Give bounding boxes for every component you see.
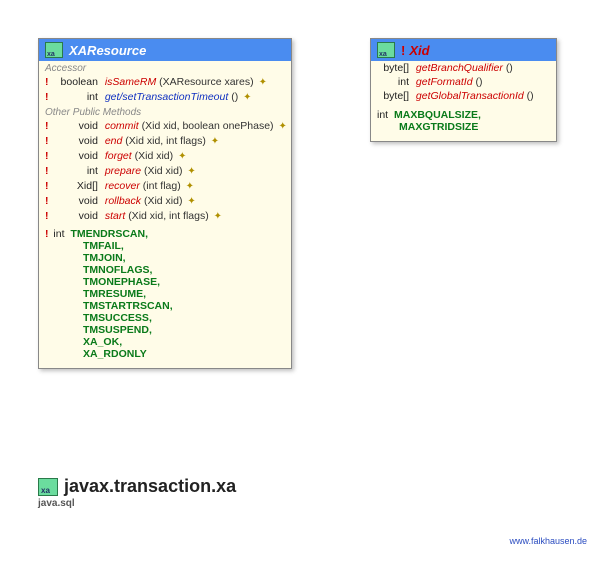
member-row: ! boolean isSameRM (XAResource xares) ✦ — [39, 75, 291, 90]
member-row: ! void start (Xid xid, int flags) ✦ — [39, 209, 291, 224]
member-row: byte[] getBranchQualifier () — [371, 61, 556, 75]
throws-icon: ✦ — [211, 136, 219, 147]
member-row: ! void rollback (Xid xid) ✦ — [39, 194, 291, 209]
class-title: XAResource — [69, 43, 146, 58]
throws-icon: ✦ — [186, 181, 194, 192]
member-row: ! int prepare (Xid xid) ✦ — [39, 164, 291, 179]
throws-icon: ✦ — [278, 121, 286, 132]
constants-block: ! int TMENDRSCAN, TMFAIL, TMJOIN, TMNOFL… — [39, 224, 291, 368]
class-header-xaresource: XAResource — [39, 39, 291, 61]
member-row: byte[] getGlobalTransactionId () — [371, 89, 556, 103]
throws-icon: ✦ — [259, 77, 267, 88]
package-sub: java.sql — [38, 498, 236, 509]
throws-icon: ✦ — [187, 196, 195, 207]
footer-link[interactable]: www.falkhausen.de — [509, 536, 587, 546]
interface-icon — [45, 42, 63, 58]
member-row: ! void commit (Xid xid, boolean onePhase… — [39, 119, 291, 134]
throws-icon: ✦ — [178, 151, 186, 162]
throws-icon: ✦ — [187, 166, 195, 177]
class-header-xid: ! Xid — [371, 39, 556, 61]
class-box-xid: ! Xid byte[] getBranchQualifier () int g… — [370, 38, 557, 142]
member-row: ! void forget (Xid xid) ✦ — [39, 149, 291, 164]
member-row: int getFormatId () — [371, 75, 556, 89]
class-title: Xid — [409, 43, 429, 58]
throws-icon: ✦ — [243, 92, 251, 103]
package-label: javax.transaction.xa java.sql — [38, 476, 236, 509]
constants-block: int MAXBQUALSIZE, MAXGTRIDSIZE — [371, 103, 556, 141]
package-name: javax.transaction.xa — [64, 476, 236, 497]
throws-icon: ✦ — [214, 211, 222, 222]
section-other: Other Public Methods — [39, 105, 291, 119]
section-accessor: Accessor — [39, 61, 291, 75]
member-row: ! void end (Xid xid, int flags) ✦ — [39, 134, 291, 149]
member-row: ! int get/setTransactionTimeout () ✦ — [39, 90, 291, 105]
member-row: ! Xid[] recover (int flag) ✦ — [39, 179, 291, 194]
package-icon — [38, 478, 58, 496]
interface-icon — [377, 42, 395, 58]
class-box-xaresource: XAResource Accessor ! boolean isSameRM (… — [38, 38, 292, 369]
